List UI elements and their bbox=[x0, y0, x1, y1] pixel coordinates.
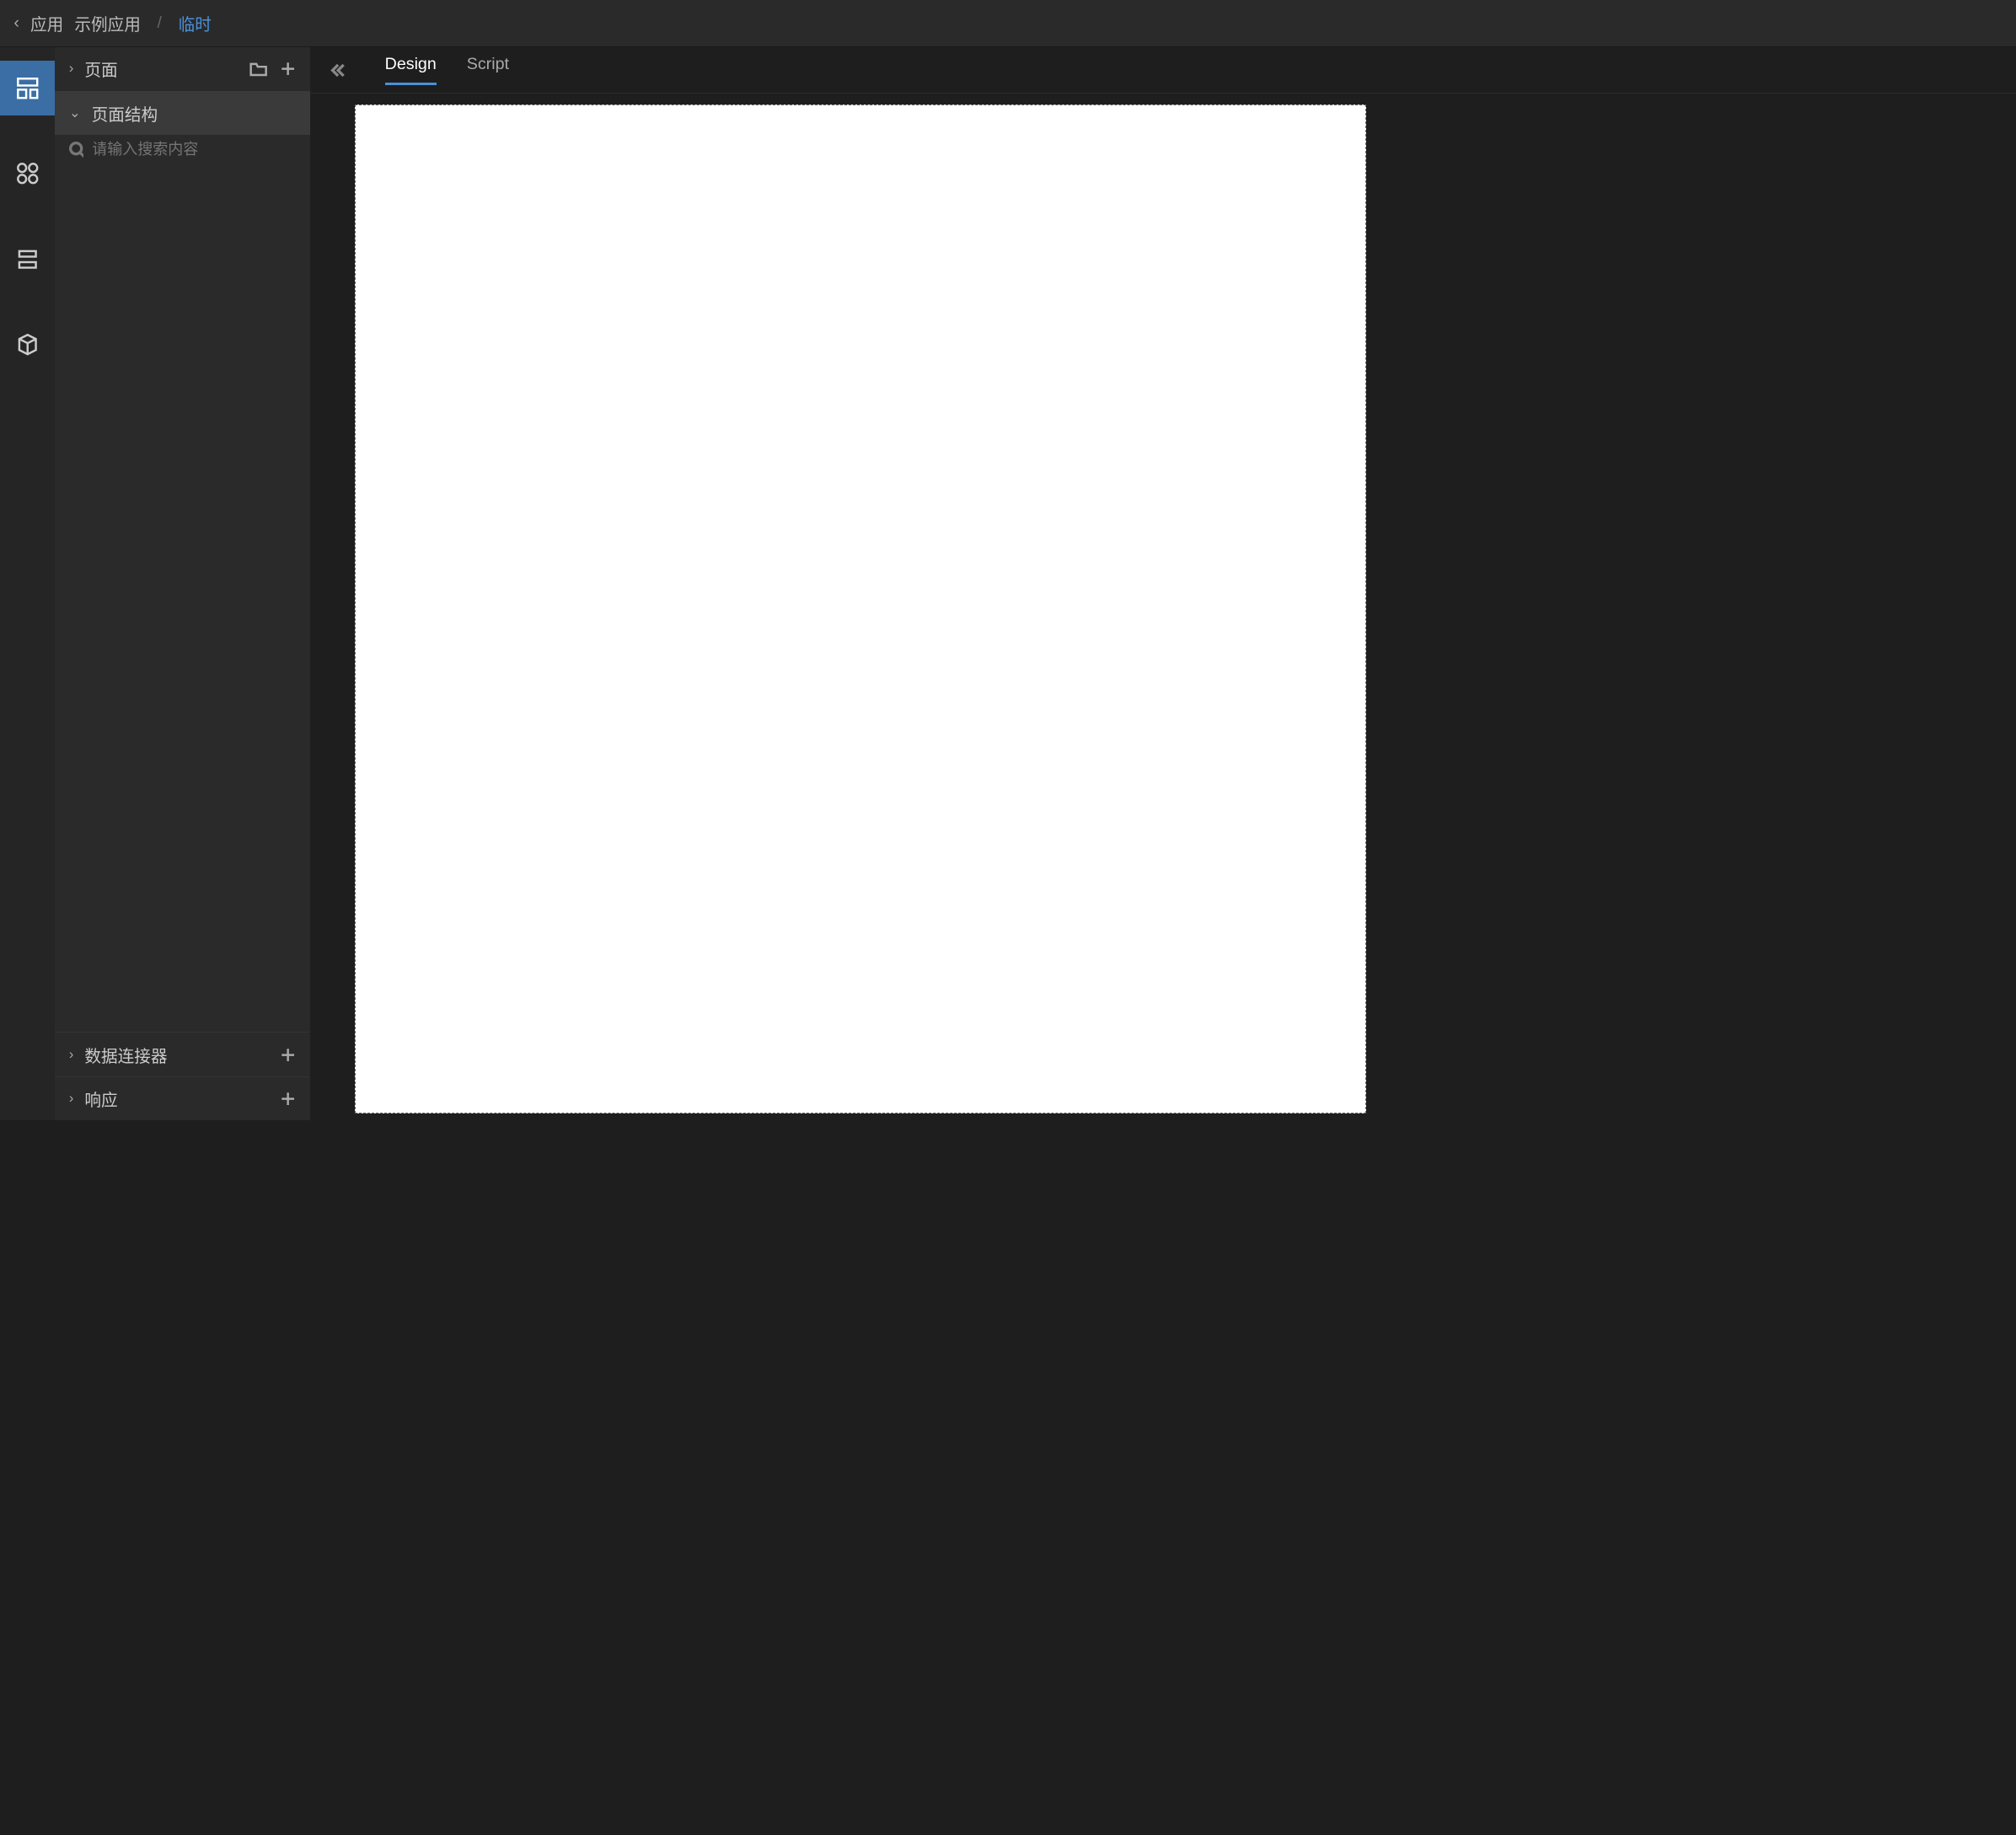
section-structure-label: 页面结构 bbox=[92, 101, 158, 126]
collapse-left-icon[interactable] bbox=[327, 61, 346, 80]
section-header-structure[interactable]: ⌄ 页面结构 bbox=[55, 91, 310, 135]
rail-data-button[interactable] bbox=[0, 232, 55, 287]
back-chevron-icon[interactable]: ‹ bbox=[13, 13, 19, 33]
rail-cube-button[interactable] bbox=[0, 317, 55, 372]
search-input[interactable] bbox=[92, 141, 297, 158]
plus-icon[interactable] bbox=[279, 60, 297, 78]
section-data-label: 数据连接器 bbox=[84, 1043, 167, 1067]
center-toolbar: Design Script 100% × 100% responsive ⌄ bbox=[310, 47, 2016, 94]
section-page-label: 页面 bbox=[84, 56, 117, 81]
chevron-right-icon: › bbox=[69, 61, 73, 77]
chevron-right-icon: › bbox=[69, 1047, 73, 1063]
components-icon bbox=[15, 161, 40, 185]
data-icon bbox=[15, 247, 40, 271]
structure-tree-empty bbox=[55, 164, 310, 1033]
structure-search bbox=[55, 135, 310, 164]
layout-icon bbox=[15, 76, 40, 100]
left-panel: › 页面 ⌄ 页面结构 › 数据连接器 bbox=[55, 47, 310, 1121]
left-rail bbox=[0, 47, 55, 1121]
search-icon bbox=[69, 142, 84, 158]
breadcrumb-app[interactable]: 应用 bbox=[30, 11, 63, 35]
breadcrumb-current: 临时 bbox=[179, 11, 212, 35]
artboard[interactable] bbox=[355, 105, 1366, 1113]
breadcrumb-case[interactable]: 示例应用 bbox=[74, 11, 141, 35]
section-header-data-connector[interactable]: › 数据连接器 bbox=[55, 1032, 310, 1076]
canvas[interactable]: 大屏组件 ✕ 原子组件 组合组件 全部 ˄ bbox=[310, 94, 2016, 1120]
chevron-right-icon: › bbox=[69, 1091, 73, 1107]
cube-icon bbox=[15, 332, 40, 357]
folder-icon[interactable] bbox=[249, 60, 267, 78]
rail-layout-button[interactable] bbox=[0, 61, 55, 115]
plus-icon[interactable] bbox=[279, 1046, 297, 1064]
plus-icon[interactable] bbox=[279, 1090, 297, 1108]
section-header-page[interactable]: › 页面 bbox=[55, 47, 310, 91]
section-response-label: 响应 bbox=[84, 1087, 117, 1111]
tab-design[interactable]: Design bbox=[385, 55, 437, 85]
breadcrumb-sep: / bbox=[157, 13, 161, 33]
center-area: Design Script 100% × 100% responsive ⌄ bbox=[310, 47, 2016, 1121]
section-header-response[interactable]: › 响应 bbox=[55, 1076, 310, 1120]
rail-components-button[interactable] bbox=[0, 146, 55, 201]
tab-script[interactable]: Script bbox=[467, 55, 509, 85]
chevron-down-icon: ⌄ bbox=[69, 105, 81, 121]
breadcrumb: ‹ 应用 示例应用 / 临时 bbox=[13, 11, 211, 35]
topbar: ‹ 应用 示例应用 / 临时 App预览 Web预览 发布 安全 bbox=[0, 0, 2016, 47]
